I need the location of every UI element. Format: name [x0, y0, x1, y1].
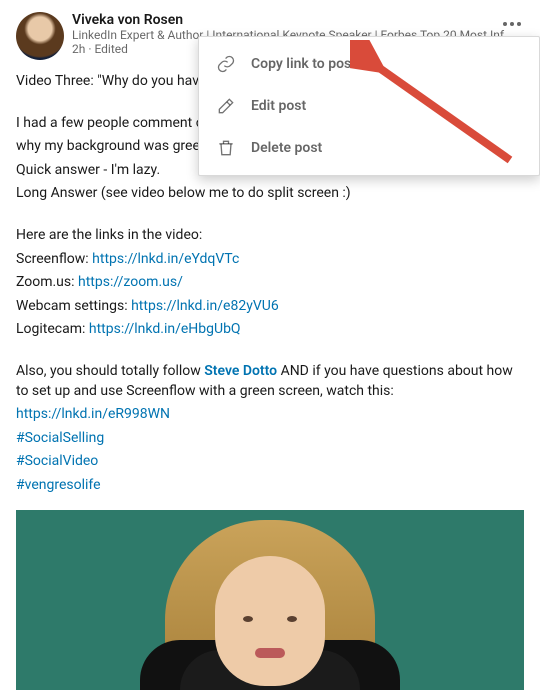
logitecam-link[interactable]: https://lnkd.in/eHbgUbQ	[89, 321, 241, 337]
link-row: Zoom.us: https://zoom.us/	[16, 273, 524, 293]
menu-item-label: Edit post	[251, 98, 306, 114]
link-row: Screenflow: https://lnkd.in/eYdqVTc	[16, 250, 524, 270]
link-row: Logitecam: https://lnkd.in/eHbgUbQ	[16, 320, 524, 340]
link-row: Webcam settings: https://lnkd.in/e82yVU6	[16, 297, 524, 317]
menu-edit-post[interactable]: Edit post	[199, 85, 539, 127]
menu-copy-link[interactable]: Copy link to post	[199, 43, 539, 85]
screenflow-link[interactable]: https://lnkd.in/eYdqVTc	[92, 251, 239, 267]
pencil-icon	[215, 95, 237, 117]
post-age: 2h	[72, 42, 85, 56]
menu-item-label: Delete post	[251, 140, 322, 156]
post-overflow-button[interactable]	[500, 12, 524, 36]
webcam-settings-link[interactable]: https://lnkd.in/e82yVU6	[131, 298, 279, 314]
author-avatar[interactable]	[16, 12, 64, 60]
hashtag-socialselling[interactable]: #SocialSelling	[16, 430, 104, 446]
zoom-link[interactable]: https://zoom.us/	[78, 274, 183, 290]
also-line: Also, you should totally follow Steve Do…	[16, 362, 524, 401]
body-line: Long Answer (see video below me to do sp…	[16, 184, 524, 204]
post-media-video[interactable]	[16, 510, 524, 690]
menu-delete-post[interactable]: Delete post	[199, 127, 539, 169]
post-overflow-menu: Copy link to post Edit post Delete post	[198, 36, 540, 176]
author-name[interactable]: Viveka von Rosen	[72, 12, 524, 28]
links-heading: Here are the links in the video:	[16, 226, 524, 246]
hashtag-socialvideo[interactable]: #SocialVideo	[16, 453, 98, 469]
post-edited: · Edited	[85, 42, 128, 56]
menu-item-label: Copy link to post	[251, 56, 356, 72]
ellipsis-icon	[503, 22, 521, 26]
link-icon	[215, 53, 237, 75]
trash-icon	[215, 137, 237, 159]
mention-steve-dotto[interactable]: Steve Dotto	[204, 363, 277, 379]
watch-link[interactable]: https://lnkd.in/eR998WN	[16, 406, 170, 422]
hashtag-vengresolife[interactable]: #vengresolife	[16, 477, 101, 493]
